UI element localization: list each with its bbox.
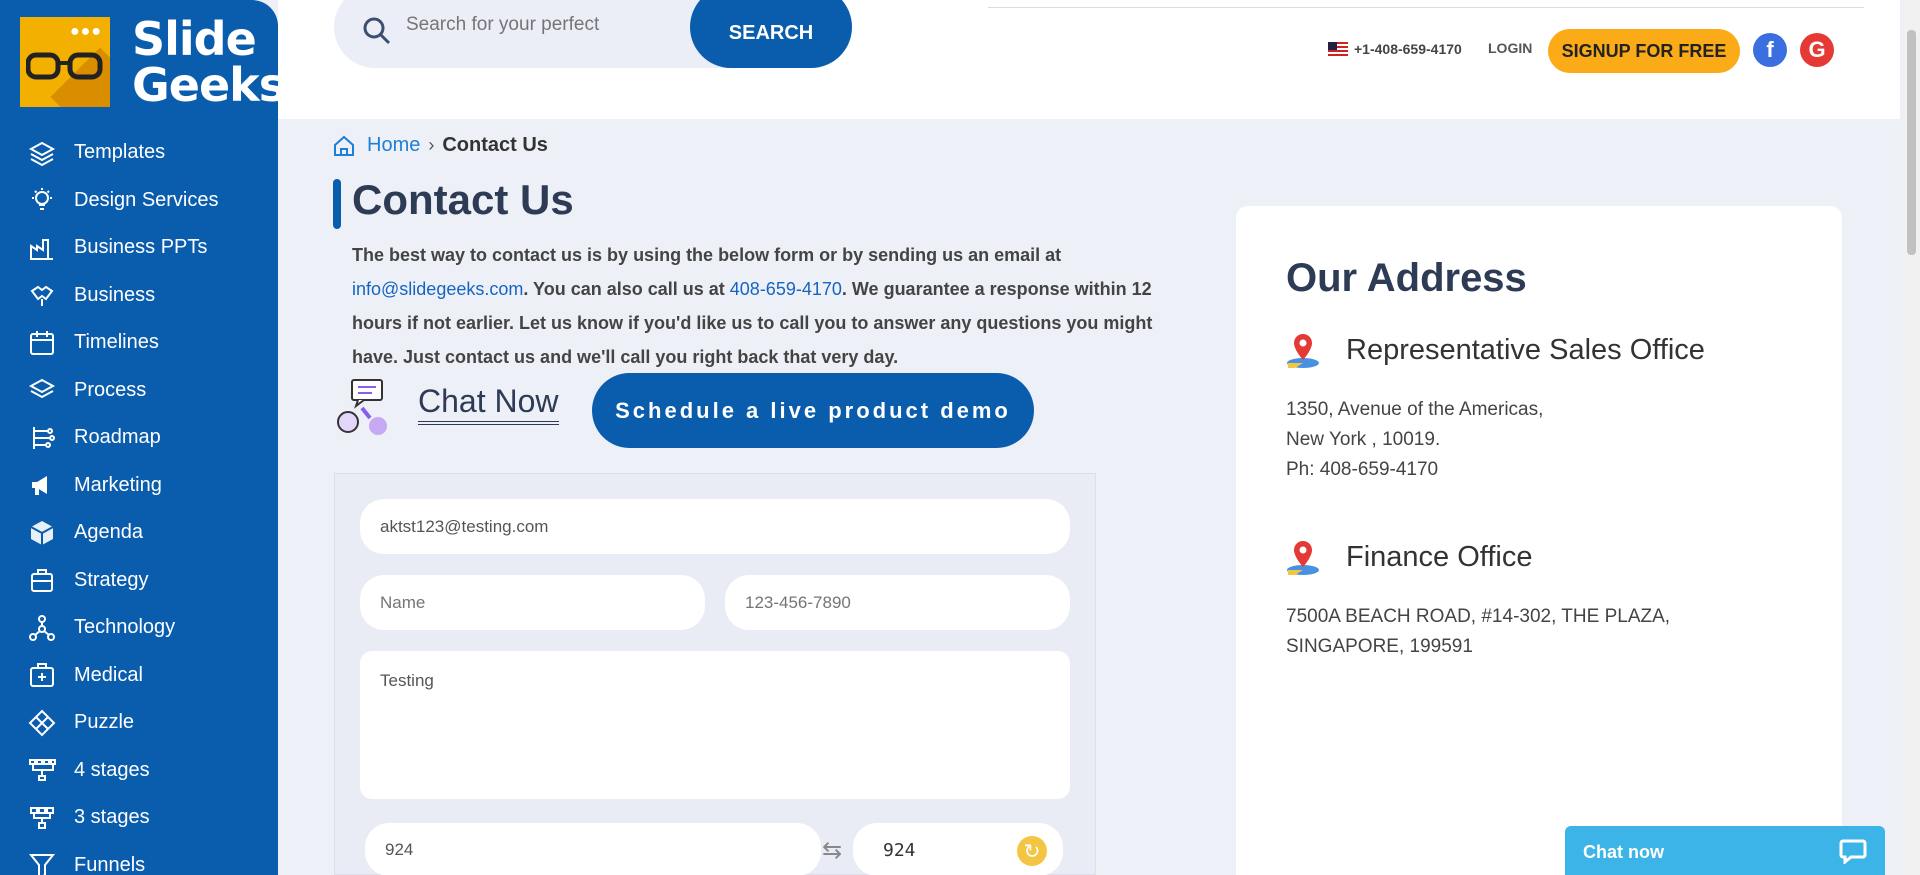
sidebar-item-templates[interactable]: Templates — [0, 129, 278, 177]
cube-icon — [30, 520, 54, 545]
captcha-code: 924 — [883, 840, 916, 861]
email-link[interactable]: info@slidegeeks.com — [352, 279, 523, 299]
office-name: Finance Office — [1346, 540, 1533, 573]
search-button[interactable]: SEARCH — [690, 0, 852, 68]
intro-text: The best way to contact us is by using t… — [352, 245, 1153, 367]
sidebar-item-medical[interactable]: Medical — [0, 652, 278, 700]
breadcrumb: Home › Contact Us — [333, 134, 548, 157]
office-address: 1350, Avenue of the Americas, New York ,… — [1286, 399, 1544, 480]
sidebar-item-process[interactable]: Process — [0, 367, 278, 415]
login-link[interactable]: LOGIN — [1488, 40, 1532, 56]
address-card: Our Address Representative Sales Office … — [1236, 206, 1842, 875]
breadcrumb-current: Contact Us — [442, 134, 548, 156]
message-field[interactable]: Testing — [360, 651, 1070, 799]
us-flag-icon — [1328, 42, 1348, 56]
logo-glasses-icon: ●●● — [20, 17, 110, 107]
breadcrumb-home[interactable]: Home — [367, 134, 420, 157]
swap-icon: ⇆ — [822, 837, 843, 864]
factory-icon — [30, 238, 53, 260]
sidebar-item-technology[interactable]: Technology — [0, 604, 278, 652]
stages-icon — [29, 759, 56, 782]
chat-widget[interactable]: Chat now — [1565, 826, 1885, 875]
logo[interactable]: ●●● Slide Geeks — [20, 16, 278, 108]
chat-bubbles-icon — [337, 379, 387, 435]
captcha-input[interactable] — [365, 823, 821, 875]
home-icon[interactable] — [333, 135, 355, 157]
sidebar-item-marketing[interactable]: Marketing — [0, 462, 278, 510]
logo-text: Slide Geeks — [132, 12, 278, 112]
phone-link[interactable]: 408-659-4170 — [730, 279, 842, 299]
chess-icon — [31, 569, 53, 593]
contact-form: Testing ⇆ 924 ↻ — [334, 473, 1096, 875]
top-header: SEARCH +1-408-659-4170 LOGIN SIGNUP FOR … — [278, 0, 1900, 119]
google-icon[interactable]: G — [1800, 33, 1834, 67]
phone-field[interactable] — [725, 575, 1070, 630]
sidebar-item-funnels[interactable]: Funnels — [0, 842, 278, 875]
email-field[interactable] — [360, 499, 1070, 554]
chat-widget-label: Chat now — [1583, 842, 1664, 862]
page-scrollbar[interactable] — [1903, 0, 1920, 875]
sidebar-item-timelines[interactable]: Timelines — [0, 319, 278, 367]
search-input[interactable] — [406, 14, 606, 36]
sidebar-item-roadmap[interactable]: Roadmap — [0, 414, 278, 462]
sidebar-item-agenda[interactable]: Agenda — [0, 509, 278, 557]
sidebar-item-strategy[interactable]: Strategy — [0, 557, 278, 605]
funnel-icon — [28, 854, 56, 875]
refresh-icon[interactable]: ↻ — [1017, 836, 1047, 866]
office-heading: Representative Sales Office — [1286, 332, 1705, 368]
name-field[interactable] — [360, 575, 705, 630]
map-pin-icon — [1287, 334, 1319, 368]
sidebar-item-business[interactable]: Business — [0, 272, 278, 320]
office-address: 7500A BEACH ROAD, #14-302, THE PLAZA, SI… — [1286, 606, 1671, 657]
lightbulb-icon — [32, 188, 52, 211]
sidebar-item-business-ppts[interactable]: Business PPTs — [0, 224, 278, 272]
stages-icon — [30, 806, 54, 829]
schedule-demo-button[interactable]: Schedule a live product demo — [592, 373, 1034, 448]
network-icon — [29, 614, 55, 641]
megaphone-icon — [32, 476, 47, 496]
sidebar-item-puzzle[interactable]: Puzzle — [0, 699, 278, 747]
chat-bubble-icon — [1839, 839, 1867, 864]
header-phone[interactable]: +1-408-659-4170 — [1328, 41, 1462, 57]
sidebar-item-design-services[interactable]: Design Services — [0, 177, 278, 225]
map-pin-icon — [1287, 541, 1319, 575]
sidebar-item-4-stages[interactable]: 4 stages — [0, 747, 278, 795]
address-title: Our Address — [1286, 256, 1527, 300]
search-bar: SEARCH — [334, 0, 852, 68]
medkit-icon — [30, 663, 54, 688]
captcha-image: 924 ↻ — [853, 823, 1063, 875]
office-heading: Finance Office — [1286, 539, 1532, 575]
sidebar: ●●● Slide Geeks Templates Design Service… — [0, 0, 278, 875]
chat-now-link[interactable]: Chat Now — [418, 383, 559, 425]
chevron-right-icon: › — [428, 135, 435, 155]
search-icon — [363, 17, 391, 45]
sidebar-nav: Templates Design Services Business PPTs … — [0, 129, 278, 875]
office-name: Representative Sales Office — [1346, 333, 1705, 366]
scrollbar-thumb[interactable] — [1907, 30, 1916, 255]
sidebar-item-3-stages[interactable]: 3 stages — [0, 794, 278, 842]
puzzle-icon — [28, 709, 56, 737]
handshake-icon — [30, 286, 54, 307]
title-accent — [333, 179, 341, 229]
layers-icon — [28, 141, 56, 166]
calendar-icon — [30, 330, 54, 355]
layers-icon — [28, 379, 56, 399]
roadmap-icon — [33, 426, 55, 449]
header-divider — [988, 7, 1864, 8]
facebook-icon[interactable]: f — [1753, 33, 1787, 67]
page-title: Contact Us — [352, 176, 574, 223]
signup-button[interactable]: SIGNUP FOR FREE — [1548, 29, 1740, 73]
